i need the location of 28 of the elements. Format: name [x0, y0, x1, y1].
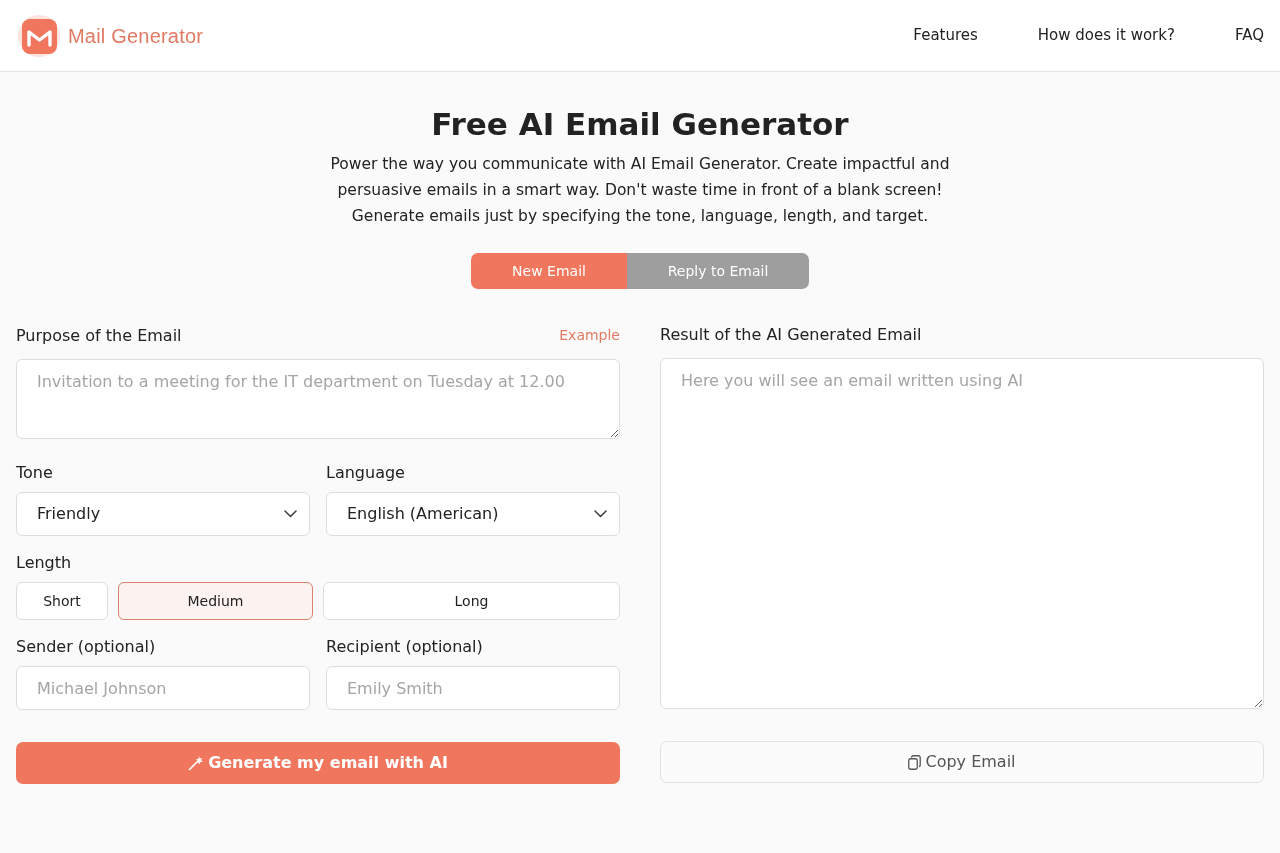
- magic-wand-icon: [188, 755, 205, 772]
- length-option[interactable]: Medium: [118, 582, 313, 621]
- length-option[interactable]: Long: [323, 582, 620, 621]
- page-subtitle: Power the way you communicate with AI Email Generator. Create impactful and persuasive emails in a smart way. Don't waste time in front of a blank screen! Generate emails just by specifying the tone, language, length, and target.: [329, 154, 951, 228]
- nav-link[interactable]: Features: [913, 24, 978, 47]
- sender-label: Sender (optional): [16, 637, 157, 658]
- purpose-label: Purpose of the Email: [16, 325, 182, 346]
- copy-icon: [908, 754, 922, 770]
- chevron-down-icon: [284, 510, 297, 519]
- length-label: Length: [16, 553, 73, 574]
- envelope-logo-icon: [18, 14, 60, 57]
- purpose-field[interactable]: Invitation to a meeting for the IT department on Tuesday at 12.00: [16, 359, 620, 440]
- tone-label: Tone: [16, 463, 54, 484]
- chevron-down-icon: [594, 510, 607, 519]
- nav-link[interactable]: How does it work?: [1037, 24, 1175, 47]
- page-title: Free AI Email Generator: [430, 106, 850, 144]
- logo-text: Mail Generator: [68, 23, 204, 49]
- language-select[interactable]: English (American): [326, 492, 620, 537]
- recipient-field[interactable]: Emily Smith: [326, 666, 620, 711]
- length-option[interactable]: Short: [16, 582, 108, 621]
- copy-email-button[interactable]: Copy Email: [660, 741, 1264, 784]
- tone-select[interactable]: Friendly: [16, 492, 310, 537]
- result-field[interactable]: Here you will see an email written using AI: [660, 358, 1264, 710]
- sender-field[interactable]: Michael Johnson: [16, 666, 310, 711]
- recipient-label: Recipient (optional): [326, 637, 484, 658]
- nav-link[interactable]: FAQ: [1234, 24, 1264, 47]
- language-label: Language: [326, 463, 406, 484]
- result-label: Result of the AI Generated Email: [660, 325, 923, 346]
